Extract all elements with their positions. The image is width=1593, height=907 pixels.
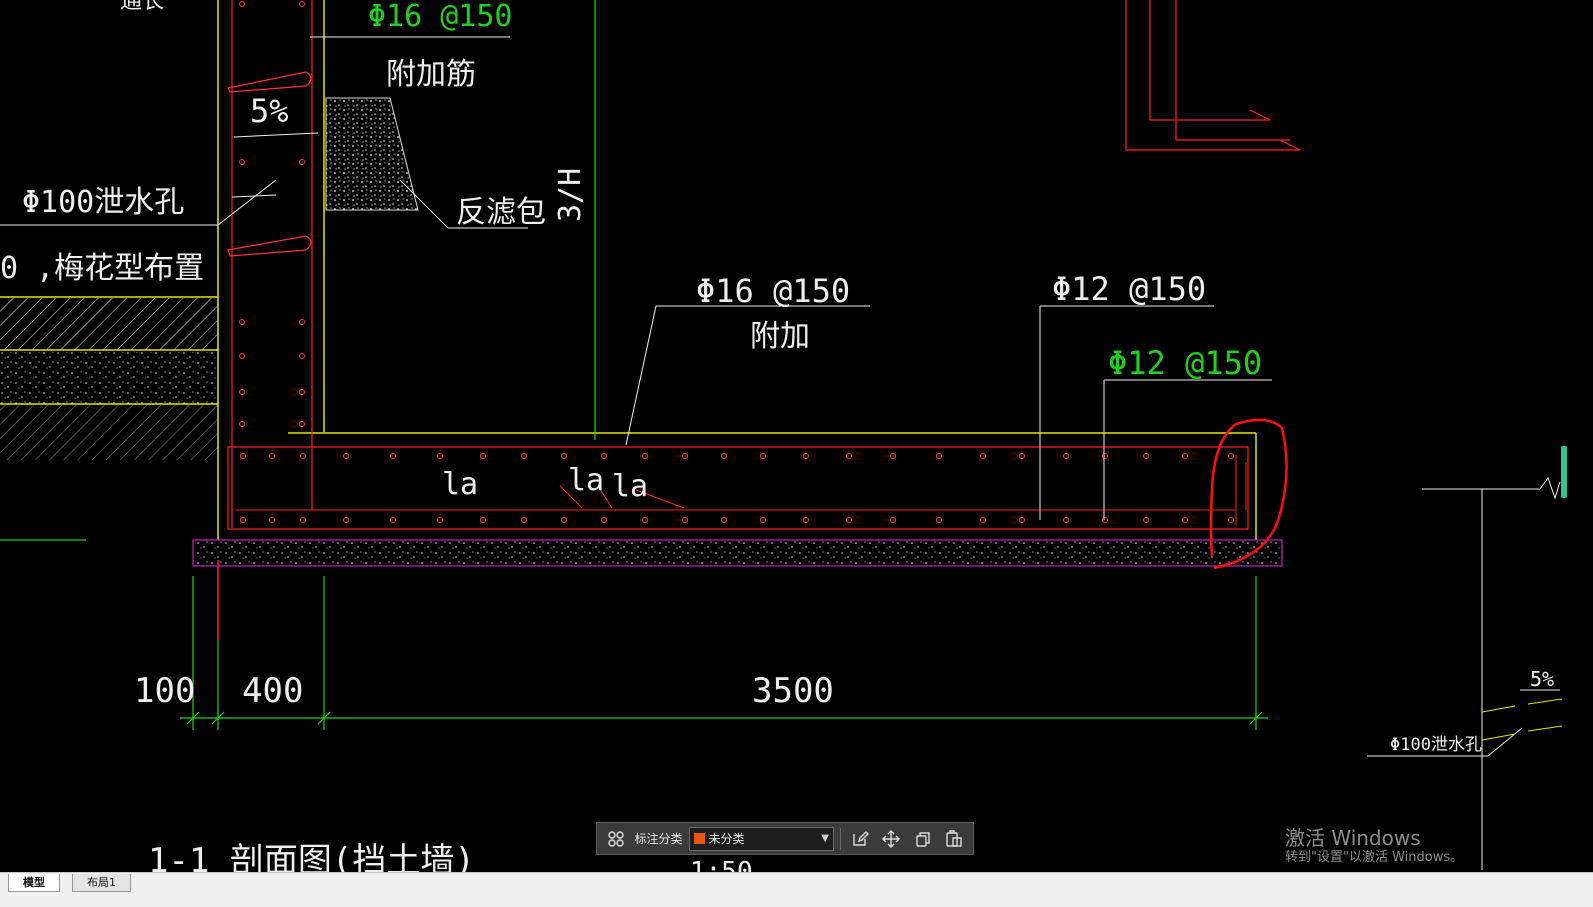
tab-model[interactable]: 模型 [8,874,60,892]
leader-lines [0,36,1561,870]
height-note-label: 3/H [553,168,588,222]
rebar-right-1-label: Φ12 @150 [1052,270,1206,308]
dim-400-label: 400 [242,671,303,711]
right-drain-marks [1481,698,1563,741]
dim-100-label: 100 [134,671,195,711]
base-pad [192,539,1283,567]
windows-activation-watermark: 激活 Windows 转到"设置"以激活 Windows。 [1285,826,1463,866]
scroll-indicator[interactable] [1561,446,1567,498]
watermark-title: 激活 Windows [1285,826,1421,850]
la-label-1: la [442,467,478,502]
copy-icon[interactable] [910,826,936,852]
cad-canvas[interactable]: 通长 Φ16 @150 附加筋 5% Φ100泄水孔 0 ,梅花型布置 反滤包 … [0,0,1593,880]
annotation-category-select[interactable]: 未分类 ▼ [688,826,834,851]
category-value: 未分类 [708,832,745,846]
layout-tab-bar: 模型 布局1 [0,872,1593,907]
filter-bag-label: 反滤包 [456,195,546,230]
filter-bag [325,97,419,211]
right-slope-label: 5% [1530,667,1554,691]
tab-layout-1[interactable]: 布局1 [72,874,131,892]
additional-bar-label: 附加筋 [386,57,476,92]
dim-3500-label: 3500 [752,671,834,711]
drain-hole-label: Φ100泄水孔 [22,185,184,220]
toolbar-separator [839,827,841,850]
paste-icon[interactable] [941,826,967,852]
rebar-right-2-label: Φ12 @150 [1108,344,1262,382]
edit-icon[interactable] [847,826,873,852]
grid-icon[interactable] [603,826,629,852]
rebar-mid-sub-label: 附加 [750,319,810,354]
annotation-category-label: 标注分类 [634,832,683,846]
la-label-3: la [612,469,648,504]
watermark-subtitle: 转到"设置"以激活 Windows。 [1285,850,1464,865]
chevron-down-icon: ▼ [821,833,829,844]
annotation-toolbar: 标注分类 未分类 ▼ [596,822,974,855]
right-drain-label: Φ100泄水孔 [1390,735,1482,755]
top-left-label: 通长 [120,0,164,14]
plum-layout-label: 0 ,梅花型布置 [0,251,204,286]
rebar-top-wall-label: Φ16 @150 [368,0,513,34]
slope-left-label: 5% [250,92,289,130]
soil-hatch [0,296,218,460]
red-markup-top-right [1125,0,1301,151]
rebar-mid-label: Φ16 @150 [696,272,850,310]
la-label-2: la [568,463,604,498]
category-color-swatch [693,833,705,844]
move-icon[interactable] [878,826,904,852]
